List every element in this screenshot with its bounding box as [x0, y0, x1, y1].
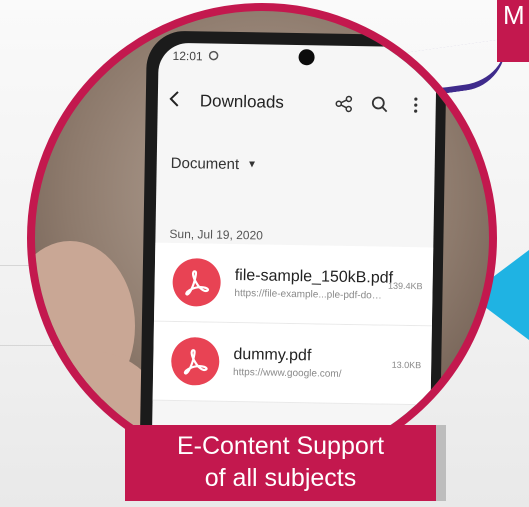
filter-label: Document: [170, 154, 240, 174]
chevron-down-icon: ▼: [246, 159, 258, 171]
caption-line-1: E-Content Support: [176, 432, 385, 460]
pdf-icon: [170, 336, 220, 386]
file-list: file-sample_150kB.pdf https://file-examp…: [152, 242, 434, 406]
phone: 12:01 Downloads Document ▼ Sun, Jul 19, …: [139, 30, 447, 465]
pdf-icon: [172, 257, 222, 307]
status-time: 12:01: [172, 48, 203, 64]
caption-banner: E-Content Support of all subjects: [125, 425, 436, 501]
status-bar: 12:01: [172, 47, 418, 69]
more-vert-icon[interactable]: [406, 95, 426, 115]
back-arrow-icon[interactable]: [168, 90, 196, 112]
file-size: 13.0KB: [391, 359, 422, 371]
file-name: dummy.pdf: [233, 345, 312, 365]
document-filter-dropdown[interactable]: Document ▼: [171, 155, 258, 174]
file-text: file-sample_150kB.pdf https://file-examp…: [234, 266, 394, 302]
signal-icon: [408, 53, 418, 67]
video-frame-circle: 12:01 Downloads Document ▼ Sun, Jul 19, …: [27, 3, 497, 473]
list-item[interactable]: dummy.pdf https://www.google.com/ 13.0KB: [152, 321, 432, 406]
app-actions: [334, 94, 426, 116]
search-icon[interactable]: [370, 94, 390, 114]
corner-banner: M: [497, 0, 529, 62]
app-bar: Downloads: [157, 77, 436, 130]
list-item[interactable]: file-sample_150kB.pdf https://file-examp…: [153, 242, 434, 327]
file-text: dummy.pdf https://www.google.com/: [233, 346, 392, 381]
notification-icon: [208, 49, 219, 63]
date-header: Sun, Jul 19, 2020: [169, 226, 264, 243]
file-url: https://file-example...ple-pdf-download/: [234, 287, 389, 302]
file-url: https://www.google.com/: [232, 366, 342, 380]
file-name: file-sample_150kB.pdf: [234, 266, 394, 287]
page-title: Downloads: [199, 91, 285, 112]
caption-line-2: of all subjects: [204, 464, 357, 492]
phone-screen: 12:01 Downloads Document ▼ Sun, Jul 19, …: [151, 42, 437, 465]
caption-shadow: [436, 425, 446, 501]
file-size: 139.4KB: [388, 280, 423, 292]
share-icon[interactable]: [334, 94, 354, 114]
